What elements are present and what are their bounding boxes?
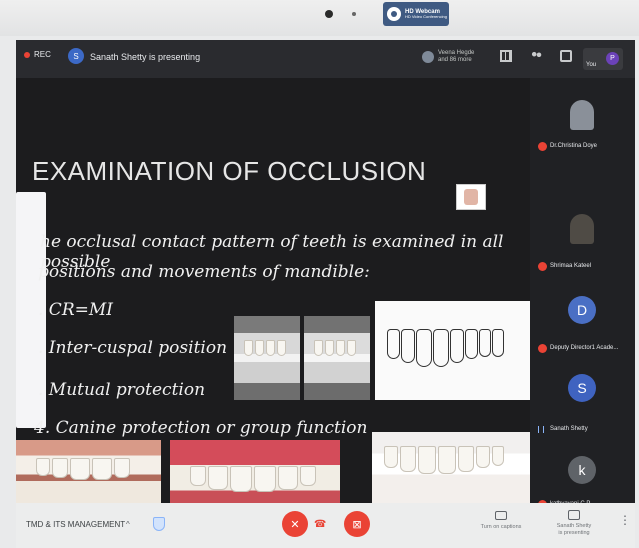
grid-icon[interactable] (500, 50, 512, 62)
participant-name: Deputy Director1 Acade... (550, 345, 619, 351)
dental-xray-image-1 (234, 316, 300, 400)
people-icon[interactable] (530, 50, 542, 62)
participants-line2: and 86 more (438, 57, 472, 64)
captions-button[interactable]: Turn on captions (476, 511, 526, 530)
screen-photo: HD Webcam HD Video Conferencing REC S Sa… (0, 0, 639, 548)
monitor-bezel: HD Webcam HD Video Conferencing (0, 0, 639, 36)
dental-xray-image-2 (304, 316, 370, 400)
participants-summary[interactable]: Veena Hegde and 86 more (422, 50, 474, 64)
participant-initial-avatar: k (568, 456, 596, 484)
mic-off-icon (538, 142, 547, 151)
rec-label: REC (34, 50, 51, 59)
indicator-dot-icon (352, 12, 356, 16)
meeting-title[interactable]: TMD & ITS MANAGEMENT (26, 520, 125, 529)
participant-name: Dr.Christina Doye (550, 143, 598, 149)
meet-window: REC S Sanath Shetty is presenting Veena … (16, 40, 635, 548)
webcam-badge: HD Webcam HD Video Conferencing (383, 2, 449, 26)
slide-item-2: . Inter-cuspal position (38, 338, 228, 358)
camera-lens-icon (325, 10, 333, 18)
teeth-photo-3 (372, 432, 530, 503)
participant-tile[interactable]: Dr.Christina Doye (534, 86, 632, 166)
slide-item-4: 4. Canine protection or group function (34, 418, 368, 438)
hangup-icon[interactable]: ☎ (314, 519, 326, 530)
teeth-photo-1 (16, 440, 161, 503)
top-bar: REC S Sanath Shetty is presenting Veena … (16, 40, 635, 78)
more-icon[interactable]: ⋮ (619, 514, 631, 526)
captions-icon (495, 511, 507, 520)
camera-icon (387, 7, 401, 21)
participants-line1: Veena Hegde (438, 50, 475, 56)
webcam-subtitle: HD Video Conferencing (405, 14, 447, 20)
presenter-thumbnail (456, 184, 486, 210)
self-view-label: You (586, 62, 597, 68)
present-icon (568, 510, 580, 520)
presentation-slide: EXAMINATION OF OCCLUSION he occlusal con… (16, 78, 530, 503)
presenter-label: Sanath Shetty is presenting (90, 52, 201, 62)
participant-photo (570, 100, 594, 130)
participant-name: Shrimaa Kateel (550, 263, 592, 269)
present-button[interactable]: Sanath Shetty is presenting (544, 510, 604, 536)
recording-indicator: REC (24, 50, 51, 59)
participant-tile[interactable]: S Sanath Shetty (534, 372, 632, 452)
participant-tile[interactable]: Shrimaa Kateel (534, 174, 632, 271)
slide-line-2: positions and movements of mandible: (38, 262, 370, 282)
teeth-photo-2 (170, 440, 340, 503)
shield-icon[interactable] (153, 517, 165, 531)
present-label-line1: Sanath Shetty (556, 523, 592, 529)
mic-off-button[interactable]: ✕ (282, 511, 308, 537)
teeth-line-drawing (375, 301, 530, 400)
slide-item-1: . CR=MI (38, 300, 113, 320)
self-avatar: P (606, 52, 619, 65)
participant-photo (570, 214, 594, 244)
participant-name: Sanath Shetty (550, 426, 588, 432)
slide-title: EXAMINATION OF OCCLUSION (32, 156, 427, 186)
mic-off-icon: ✕ (290, 518, 300, 531)
chevron-up-icon[interactable]: ^ (126, 520, 130, 529)
mic-off-icon (538, 262, 547, 271)
rec-dot-icon (24, 51, 30, 58)
participant-tile[interactable]: D Deputy Director1 Acade... (534, 292, 632, 372)
participant-initial-avatar: S (568, 374, 596, 402)
participant-avatar-icon (422, 51, 434, 64)
slide-item-3: . Mutual protection (38, 380, 206, 400)
camera-off-button[interactable]: ⊠ (344, 511, 370, 537)
mic-on-icon (538, 426, 544, 433)
mic-off-icon (538, 344, 547, 353)
participant-sidebar: Dr.Christina Doye Shrimaa Kateel D Deput… (530, 78, 635, 509)
captions-label: Turn on captions (480, 524, 522, 530)
present-label-line2: is presenting (558, 529, 590, 536)
participant-initial-avatar: D (568, 296, 596, 324)
bottom-bar: TMD & ITS MANAGEMENT ^ ✕ ☎ ⊠ Turn on cap… (16, 503, 635, 548)
participant-tile[interactable]: k kathyayani C.P (534, 450, 632, 509)
chat-icon[interactable] (560, 50, 572, 62)
camera-off-icon: ⊠ (352, 518, 362, 531)
presenter-avatar: S (68, 48, 84, 64)
